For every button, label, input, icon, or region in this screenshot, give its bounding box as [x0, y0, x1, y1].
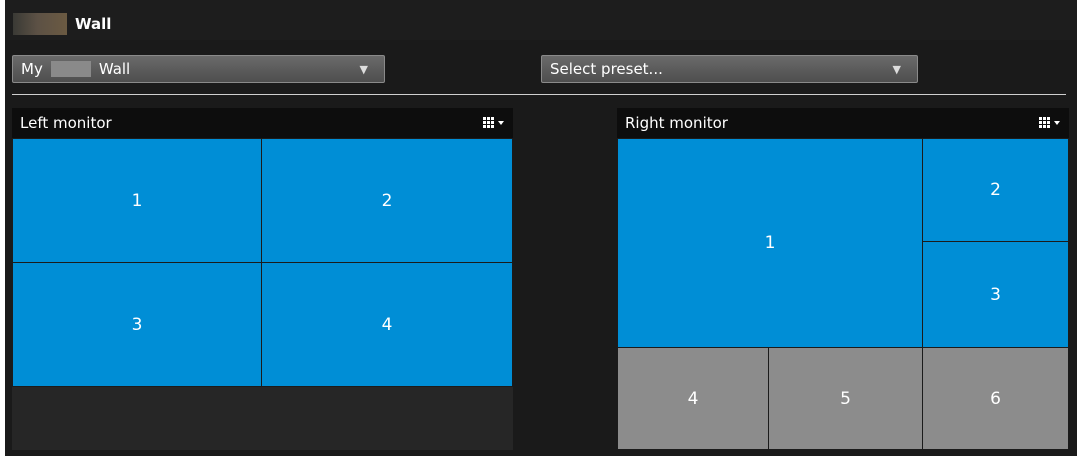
left-monitor-header: Left monitor: [12, 108, 513, 138]
right-monitor-layout: 1 2 3 4 5 6: [617, 138, 1069, 450]
left-monitor-panel: Left monitor 1 2 3 4: [12, 108, 513, 450]
view-tile[interactable]: 1: [617, 138, 923, 348]
redacted-text: [50, 61, 91, 77]
left-monitor-layout: 1 2 3 4: [12, 138, 513, 450]
page-title: Wall: [75, 15, 112, 33]
left-monitor-title: Left monitor: [20, 114, 112, 132]
wall-select-dropdown[interactable]: My Wall ▼: [12, 55, 385, 83]
right-monitor-header: Right monitor: [617, 108, 1069, 138]
view-tile[interactable]: 6: [922, 347, 1069, 450]
grid-glyph: [483, 116, 504, 128]
wall-select-suffix: Wall: [98, 60, 131, 78]
view-tile[interactable]: 2: [261, 138, 513, 263]
wall-select-prefix: My: [21, 60, 43, 78]
view-tile[interactable]: 5: [768, 347, 923, 450]
grid-menu-icon[interactable]: [483, 116, 505, 131]
window-edge: [0, 0, 5, 456]
chevron-down-icon: ▼: [359, 62, 368, 76]
grid-menu-icon[interactable]: [1039, 116, 1061, 131]
redacted-logo: [13, 13, 67, 35]
wall-select-value: My Wall: [13, 60, 130, 78]
view-tile[interactable]: 4: [617, 347, 769, 450]
view-tile[interactable]: 1: [12, 138, 262, 263]
divider: [12, 94, 1066, 95]
view-tile[interactable]: 4: [261, 262, 513, 387]
preset-select-dropdown[interactable]: Select preset... ▼: [541, 55, 918, 83]
grid-glyph: [1039, 116, 1060, 128]
chevron-down-icon: ▼: [892, 62, 901, 76]
view-tile[interactable]: 3: [922, 241, 1069, 348]
view-tile[interactable]: 3: [12, 262, 262, 387]
header-bar: [5, 0, 1077, 40]
right-monitor-title: Right monitor: [625, 114, 728, 132]
view-tile[interactable]: 2: [922, 138, 1069, 242]
preset-select-label: Select preset...: [550, 60, 663, 78]
right-monitor-panel: Right monitor 1 2 3 4 5 6: [617, 108, 1069, 450]
title-row: Wall: [13, 13, 111, 35]
